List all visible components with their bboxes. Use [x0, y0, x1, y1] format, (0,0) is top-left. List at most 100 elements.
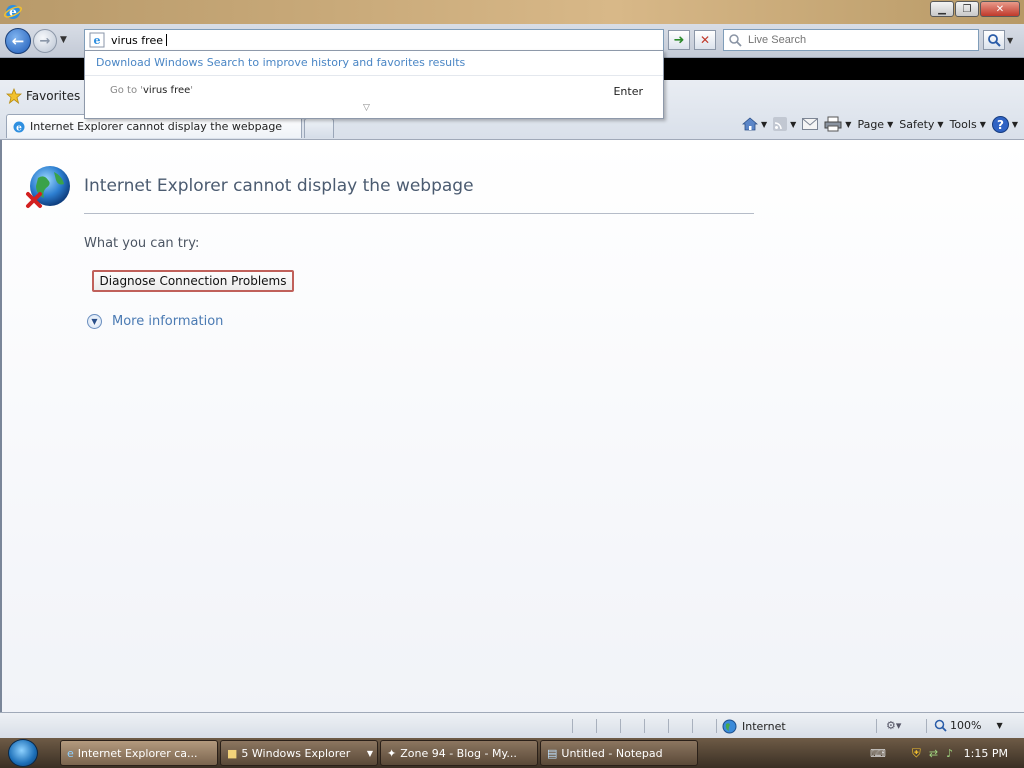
- chevron-down-icon: ▼: [937, 119, 944, 129]
- search-icon: [729, 34, 742, 47]
- page-menu-label: Page: [857, 117, 885, 131]
- safety-menu[interactable]: Safety ▼: [899, 118, 943, 131]
- chevron-down-icon: ▼: [845, 119, 852, 129]
- live-search-box[interactable]: [723, 29, 979, 51]
- status-divider: [644, 719, 645, 733]
- taskbar-item-label: Internet Explorer ca...: [77, 746, 198, 760]
- home-button[interactable]: ▼: [741, 116, 768, 132]
- start-button[interactable]: [8, 739, 38, 767]
- taskbar-item-label: 5 Windows Explorer: [241, 746, 351, 760]
- internet-globe-icon: [722, 719, 737, 734]
- tab-title: Internet Explorer cannot display the web…: [30, 120, 283, 133]
- page-ie-icon: e: [89, 32, 105, 48]
- go-arrow-icon: ➜: [673, 32, 685, 48]
- status-divider: [692, 719, 693, 733]
- title-bar: e ▁ ❐ ✕: [0, 0, 1024, 24]
- go-button[interactable]: ➜: [668, 30, 690, 50]
- tools-menu[interactable]: Tools ▼: [950, 118, 986, 131]
- download-windows-search-link[interactable]: Download Windows Search to improve histo…: [96, 56, 465, 69]
- clock[interactable]: 1:15 PM: [964, 747, 1008, 760]
- home-icon: [741, 117, 758, 131]
- address-input-text[interactable]: virus free: [111, 34, 163, 47]
- recent-pages-dropdown[interactable]: ▼: [60, 35, 67, 45]
- more-information-link[interactable]: ▼ More information: [87, 314, 223, 329]
- svg-text:e: e: [16, 123, 22, 133]
- folder-icon: ■: [227, 746, 238, 760]
- svg-text:e: e: [94, 34, 101, 47]
- search-options-dropdown[interactable]: ▼: [1007, 36, 1013, 45]
- address-autocomplete-dropdown: Download Windows Search to improve histo…: [84, 50, 664, 119]
- print-button[interactable]: ▼: [824, 116, 851, 132]
- mail-icon: [802, 118, 819, 130]
- taskbar-item-notepad[interactable]: ▤ Untitled - Notepad: [540, 740, 698, 766]
- zoom-control[interactable]: 100% ▼: [934, 719, 1003, 732]
- favorites-label: Favorites: [26, 89, 81, 103]
- chevron-down-icon: ▼: [996, 721, 1003, 730]
- taskbar-item-label: Zone 94 - Blog - My...: [400, 746, 517, 760]
- keyboard-icon[interactable]: ⌨: [870, 747, 886, 760]
- app-icon: ✦: [387, 746, 397, 760]
- tools-menu-label: Tools: [949, 117, 977, 131]
- new-tab-button[interactable]: [304, 118, 334, 138]
- tab-ie-icon: e: [13, 121, 25, 133]
- back-button[interactable]: ←: [5, 28, 31, 54]
- chevron-down-icon: ▼: [887, 119, 894, 129]
- forward-arrow-icon: →: [39, 33, 51, 49]
- page-menu[interactable]: Page ▼: [857, 118, 893, 131]
- search-input[interactable]: [748, 34, 968, 46]
- ie-icon: e: [4, 5, 22, 19]
- status-divider: [926, 719, 927, 733]
- protected-mode-icon[interactable]: ⚙▾: [886, 719, 901, 732]
- chevron-down-icon: ▼: [1011, 119, 1018, 129]
- address-bar[interactable]: e virus free: [84, 29, 664, 51]
- goto-suggestion[interactable]: Go to 'virus free': [110, 85, 193, 96]
- favorites-button[interactable]: Favorites: [6, 88, 80, 104]
- status-divider: [716, 719, 717, 733]
- security-shield-icon[interactable]: ⛨: [912, 746, 921, 761]
- minimize-button[interactable]: ▁: [930, 1, 954, 17]
- globe-error-icon: [26, 166, 70, 208]
- stop-button[interactable]: ✕: [694, 30, 716, 50]
- printer-icon: [824, 116, 842, 132]
- command-tools: ▼ ▼ ▼ Page ▼ Safety ▼ Tools ▼ ? ▼: [741, 114, 1018, 134]
- notepad-icon: ▤: [547, 746, 558, 760]
- status-divider: [572, 719, 573, 733]
- close-button[interactable]: ✕: [980, 1, 1020, 17]
- chevron-down-icon: ▼: [979, 119, 986, 129]
- taskbar-item-windows-explorer[interactable]: ■ 5 Windows Explorer ▼: [220, 740, 378, 766]
- back-arrow-icon: ←: [11, 32, 25, 50]
- goto-value: virus free: [143, 85, 191, 96]
- star-icon: [6, 88, 22, 104]
- search-go-icon: [988, 34, 1001, 47]
- feeds-button[interactable]: ▼: [773, 117, 796, 131]
- status-bar: Internet ⚙▾ 100% ▼: [0, 712, 1024, 738]
- diagnose-connection-button[interactable]: Diagnose Connection Problems: [92, 270, 294, 292]
- title-divider: [84, 213, 754, 214]
- page-title: Internet Explorer cannot display the web…: [84, 176, 474, 196]
- ie-icon: e: [67, 746, 74, 760]
- expand-circle-icon: ▼: [87, 314, 102, 329]
- volume-icon[interactable]: ♪: [946, 747, 953, 760]
- chevron-down-icon: ▼: [790, 119, 797, 129]
- security-zone[interactable]: Internet: [722, 719, 786, 734]
- help-menu[interactable]: ? ▼: [991, 115, 1018, 133]
- expand-chevron-icon[interactable]: ▽: [363, 103, 370, 113]
- status-divider: [668, 719, 669, 733]
- network-icon[interactable]: ⇄: [929, 747, 938, 760]
- zoom-level: 100%: [950, 719, 982, 732]
- taskbar-item-zone94[interactable]: ✦ Zone 94 - Blog - My...: [380, 740, 538, 766]
- search-button[interactable]: [983, 30, 1005, 50]
- chevron-down-icon: ▼: [760, 119, 768, 129]
- zoom-icon: [934, 719, 947, 732]
- what-you-can-try-label: What you can try:: [84, 236, 200, 251]
- forward-button[interactable]: →: [33, 29, 57, 53]
- enter-hint: Enter: [613, 85, 643, 98]
- restore-button[interactable]: ❐: [955, 1, 979, 17]
- read-mail-button[interactable]: [802, 118, 819, 130]
- rss-icon: [773, 117, 788, 131]
- goto-prefix: Go to ': [110, 85, 144, 96]
- taskbar-item-ie[interactable]: e Internet Explorer ca...: [60, 740, 218, 766]
- page-content: Internet Explorer cannot display the web…: [0, 140, 1024, 712]
- svg-text:?: ?: [997, 118, 1004, 132]
- chevron-down-icon: ▼: [366, 748, 373, 758]
